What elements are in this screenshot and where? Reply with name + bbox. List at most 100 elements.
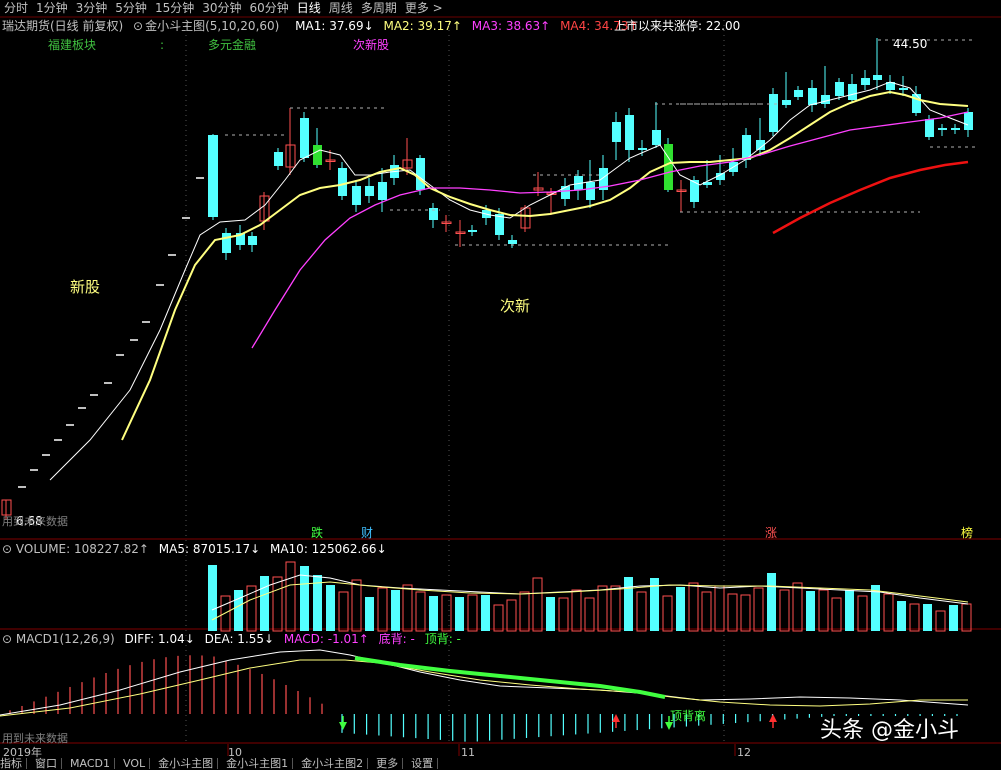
volume-bar (831, 597, 842, 632)
volume-bar (208, 565, 217, 631)
arrow-down-icon (665, 722, 673, 730)
kline-chart (0, 16, 1001, 756)
volume-bar (897, 601, 906, 631)
volume-bar (467, 594, 478, 632)
marker-zhang: 涨 (765, 526, 778, 540)
volume-bar (391, 590, 400, 631)
volume-info: ⊙ VOLUME: 108227.82↑ MA5: 87015.17↓ MA10… (0, 542, 387, 556)
volume-bar (351, 579, 362, 632)
bottom-tab-main2[interactable]: 金小斗主图2 (301, 758, 369, 769)
volume-bar (546, 597, 555, 631)
marker-die: 跌 (311, 526, 324, 540)
candle-body (612, 122, 621, 142)
macd-bottom-divergence: 底背: - (378, 632, 415, 646)
volume-bar (377, 587, 388, 632)
volume-bar (701, 591, 712, 632)
volume-bar (779, 589, 790, 632)
volume-bar (338, 591, 349, 632)
candle-body (338, 168, 347, 196)
candle-body (652, 130, 661, 145)
bottom-tab-vol[interactable]: VOL (123, 758, 151, 769)
volume-bar (532, 577, 543, 632)
volume-bar (429, 596, 438, 631)
macd-value: MACD: -1.01↑ (283, 632, 369, 646)
macd-name: MACD1(12,26,9) (15, 632, 115, 646)
macd-diff: DIFF: 1.04↓ (124, 632, 195, 646)
volume-bar (935, 610, 946, 632)
high-price-label: 44.50 (893, 37, 928, 51)
macd-top-divergence: 顶背: - (424, 632, 461, 646)
candle-body (222, 233, 231, 253)
volume-bar (727, 593, 738, 632)
volume-bar (923, 604, 932, 631)
candle-body (300, 118, 309, 158)
candle-body (964, 112, 973, 130)
macd-dea-line (0, 659, 968, 717)
candle-body (835, 82, 844, 96)
candle-body (586, 182, 595, 200)
volume-bar (326, 585, 335, 631)
candle-body (313, 145, 322, 165)
volume-bar (441, 594, 452, 632)
ma2-line (121, 90, 969, 441)
candle-body (352, 186, 361, 205)
volume-bar (909, 603, 920, 632)
volume-bar (610, 585, 621, 632)
volume-bar (714, 585, 725, 632)
candle-body (873, 75, 882, 80)
volume-bar (272, 576, 283, 632)
bottom-tab-bar: 指标 窗口 MACD1 VOL 金小斗主图 金小斗主图1 金小斗主图2 更多 设置 (0, 758, 1001, 769)
volume-bar (285, 561, 296, 632)
candle-body (794, 90, 803, 97)
volume-ma10: MA10: 125062.66↓ (269, 542, 387, 556)
volume-ma5: MA5: 87015.17↓ (158, 542, 261, 556)
volume-bar (506, 599, 517, 632)
top-divergence-label: 顶背离 (670, 709, 707, 723)
volume-ma5-line (211, 574, 969, 611)
volume-bar (455, 597, 464, 631)
volume-bar (624, 577, 633, 631)
volume-bar (806, 591, 815, 631)
future-data-note: 用到未来数据 (2, 515, 68, 528)
candle-body (638, 148, 647, 150)
candle-body (208, 135, 218, 217)
bottom-tab-main1[interactable]: 金小斗主图1 (226, 758, 294, 769)
bottom-tab-window[interactable]: 窗口 (35, 758, 62, 769)
volume-bar (636, 591, 647, 632)
candle-body (821, 95, 830, 104)
candle-body (664, 144, 673, 190)
arrow-up-icon (612, 714, 620, 722)
volume-bar (753, 587, 764, 632)
bottom-tab-indicator[interactable]: 指标 (0, 758, 27, 769)
macd-info: ⊙ MACD1(12,26,9) DIFF: 1.04↓ DEA: 1.55↓ … (0, 632, 461, 646)
bottom-tab-settings[interactable]: 设置 (411, 758, 439, 769)
candle-body (899, 88, 908, 90)
volume-bar (558, 597, 569, 632)
volume-bar (740, 594, 751, 632)
ma4-line (772, 160, 969, 235)
volume-bar (597, 585, 608, 632)
macd-dea: DEA: 1.55↓ (204, 632, 275, 646)
volume-bar (415, 591, 426, 632)
bottom-tab-main[interactable]: 金小斗主图 (158, 758, 219, 769)
volume-bar (883, 593, 894, 632)
candle-body (561, 186, 570, 199)
volume-bar (676, 587, 685, 631)
candle-body (274, 152, 283, 166)
volume-bar (688, 582, 699, 632)
volume-bar (571, 589, 582, 632)
volume-bar (234, 590, 243, 631)
volume-bar (481, 595, 490, 631)
candle-body (378, 182, 387, 200)
bottom-tab-more[interactable]: 更多 (376, 758, 404, 769)
ma3-line (251, 111, 969, 349)
macd-diff-line (0, 649, 969, 716)
arrow-up-icon (769, 714, 777, 722)
candle-body (808, 88, 817, 105)
macd-future-note: 用到未来数据 (2, 732, 68, 745)
candle-body (769, 94, 778, 132)
bottom-tab-macd1[interactable]: MACD1 (70, 758, 115, 769)
marker-cai: 财 (361, 526, 374, 540)
annotation-sub-new: 次新 (500, 297, 531, 315)
volume-ma10-line (211, 581, 969, 621)
